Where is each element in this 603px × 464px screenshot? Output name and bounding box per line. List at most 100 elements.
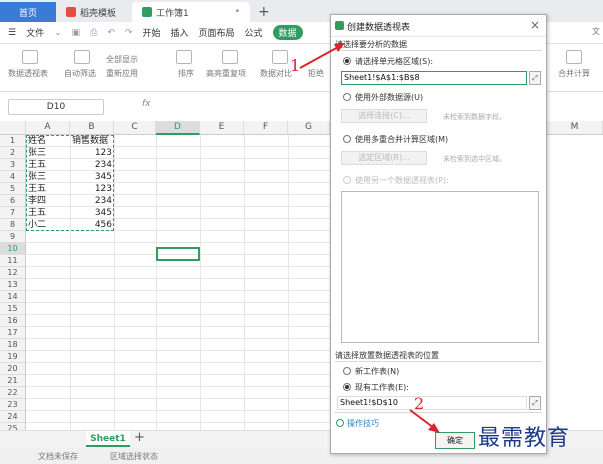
row-header[interactable]: 2 [0, 147, 26, 159]
reapply-button[interactable]: 重新应用 [106, 68, 138, 79]
radio-multi-consolidation-label[interactable]: 使用多重合并计算区域(M) [355, 134, 448, 145]
radio-multi-consolidation[interactable] [343, 135, 351, 143]
radio-new-worksheet[interactable] [343, 367, 351, 375]
row-header[interactable]: 14 [0, 291, 26, 303]
range-picker-icon[interactable]: ⤢ [529, 71, 541, 85]
tab-home[interactable]: 首页 [0, 2, 56, 22]
row-header[interactable]: 21 [0, 375, 26, 387]
row-header[interactable]: 8 [0, 219, 26, 231]
menu-home[interactable]: 开始 [142, 26, 160, 39]
location-picker-icon[interactable]: ⤢ [529, 396, 541, 410]
radio-new-worksheet-label[interactable]: 新工作表(N) [355, 366, 399, 377]
merge-calc-icon[interactable] [566, 50, 582, 64]
select-all-corner[interactable] [0, 121, 26, 135]
name-box[interactable]: D10 [8, 99, 104, 115]
hamburger-icon[interactable]: ☰ [8, 28, 16, 38]
tab-template[interactable]: 稻壳模板 [56, 2, 132, 22]
ok-button[interactable]: 确定 [435, 432, 475, 449]
sheet-tab-sheet1[interactable]: Sheet1 [86, 431, 130, 447]
filter-icon[interactable] [74, 50, 90, 64]
row-header[interactable]: 10 [0, 243, 26, 255]
radio-existing-worksheet-label[interactable]: 现有工作表(E): [355, 382, 409, 393]
range-input[interactable]: Sheet1!$A$1:$B$8 [341, 71, 527, 85]
radio-cell-range-label[interactable]: 请选择单元格区域(S): [355, 56, 433, 67]
column-header[interactable]: D [156, 121, 200, 135]
row-header[interactable]: 3 [0, 159, 26, 171]
menu-file-dropdown-icon[interactable]: ⌄ [54, 28, 62, 38]
grid-col-line [244, 135, 245, 430]
menu-insert[interactable]: 插入 [170, 26, 188, 39]
highlight-duplicates-icon[interactable] [222, 50, 238, 64]
highlight-duplicates-button[interactable]: 高亮重复项 [206, 68, 246, 79]
grid-row-line [26, 326, 330, 327]
undo-icon[interactable]: ↶ [107, 28, 115, 38]
radio-existing-worksheet[interactable] [343, 383, 351, 391]
tab-workbook[interactable]: 工作簿1 • [132, 2, 250, 22]
close-icon[interactable]: × [530, 18, 540, 32]
grid-row-line [26, 398, 330, 399]
radio-other-pivot[interactable] [343, 176, 351, 184]
column-header[interactable]: C [114, 121, 156, 135]
column-header[interactable]: G [288, 121, 330, 135]
new-tab-button[interactable]: + [250, 2, 278, 22]
tips-link[interactable]: 操作技巧 [347, 418, 379, 429]
location-input[interactable]: Sheet1!$D$10 [337, 396, 527, 410]
pivot-table-button[interactable]: 数据透视表 [8, 68, 48, 79]
radio-other-pivot-label[interactable]: 使用另一个数据透视表(P): [355, 175, 449, 186]
choose-connection-button[interactable]: 选择连接(C)... [341, 109, 427, 123]
row-header[interactable]: 5 [0, 183, 26, 195]
column-header[interactable]: B [70, 121, 114, 135]
column-header[interactable]: E [200, 121, 244, 135]
menu-page-layout[interactable]: 页面布局 [198, 26, 234, 39]
column-header[interactable]: M [547, 121, 603, 135]
save-icon[interactable]: ▣ [72, 28, 81, 38]
grid-row-line [26, 338, 330, 339]
data-compare-button[interactable]: 数据对比 [260, 68, 292, 79]
row-header[interactable]: 16 [0, 315, 26, 327]
active-cell-d10[interactable] [156, 247, 200, 261]
row-header[interactable]: 6 [0, 195, 26, 207]
column-header[interactable]: A [26, 121, 70, 135]
compare-icon[interactable] [272, 50, 288, 64]
row-header[interactable]: 9 [0, 231, 26, 243]
sort-icon[interactable] [176, 50, 192, 64]
create-pivot-dialog: 创建数据透视表 × 请选择要分析的数据 请选择单元格区域(S): Sheet1!… [330, 14, 547, 454]
row-header[interactable]: 1 [0, 135, 26, 147]
row-header[interactable]: 7 [0, 207, 26, 219]
row-header[interactable]: 11 [0, 255, 26, 267]
merge-calc-button[interactable]: 合并计算 [558, 68, 590, 79]
tab-modified-dot-icon[interactable]: • [235, 7, 240, 17]
add-sheet-button[interactable]: + [134, 430, 145, 445]
row-header[interactable]: 12 [0, 267, 26, 279]
menu-data[interactable]: 数据 [272, 25, 303, 40]
pivot-table-icon[interactable] [22, 50, 38, 64]
reject-button[interactable]: 拒绝 [308, 68, 324, 79]
row-header[interactable]: 13 [0, 279, 26, 291]
autofilter-button[interactable]: 自动筛选 [64, 68, 96, 79]
grid-row-line [26, 290, 330, 291]
fx-icon[interactable]: fx [142, 99, 151, 109]
row-header[interactable]: 24 [0, 411, 26, 423]
radio-external-source-label[interactable]: 使用外部数据源(U) [355, 92, 423, 103]
column-header[interactable]: F [244, 121, 288, 135]
row-header[interactable]: 15 [0, 303, 26, 315]
redo-icon[interactable]: ↷ [125, 28, 133, 38]
row-header[interactable]: 18 [0, 339, 26, 351]
select-region-button[interactable]: 选定区域(R)... [341, 151, 427, 165]
menu-formula[interactable]: 公式 [245, 26, 263, 39]
radio-external-source[interactable] [343, 93, 351, 101]
ribbon-text-button[interactable]: 文 [592, 26, 600, 37]
menu-file[interactable]: 文件 [26, 26, 44, 39]
row-header[interactable]: 23 [0, 399, 26, 411]
watermark-logo: 最需教育 [478, 426, 571, 451]
show-all-button[interactable]: 全部显示 [106, 54, 138, 65]
row-header[interactable]: 20 [0, 363, 26, 375]
print-icon[interactable]: ⎙ [90, 28, 97, 38]
row-header[interactable]: 4 [0, 171, 26, 183]
pivot-list-box[interactable] [341, 191, 539, 343]
row-header[interactable]: 17 [0, 327, 26, 339]
row-header[interactable]: 22 [0, 387, 26, 399]
sort-button[interactable]: 排序 [178, 68, 194, 79]
row-header[interactable]: 19 [0, 351, 26, 363]
radio-cell-range[interactable] [343, 57, 351, 65]
